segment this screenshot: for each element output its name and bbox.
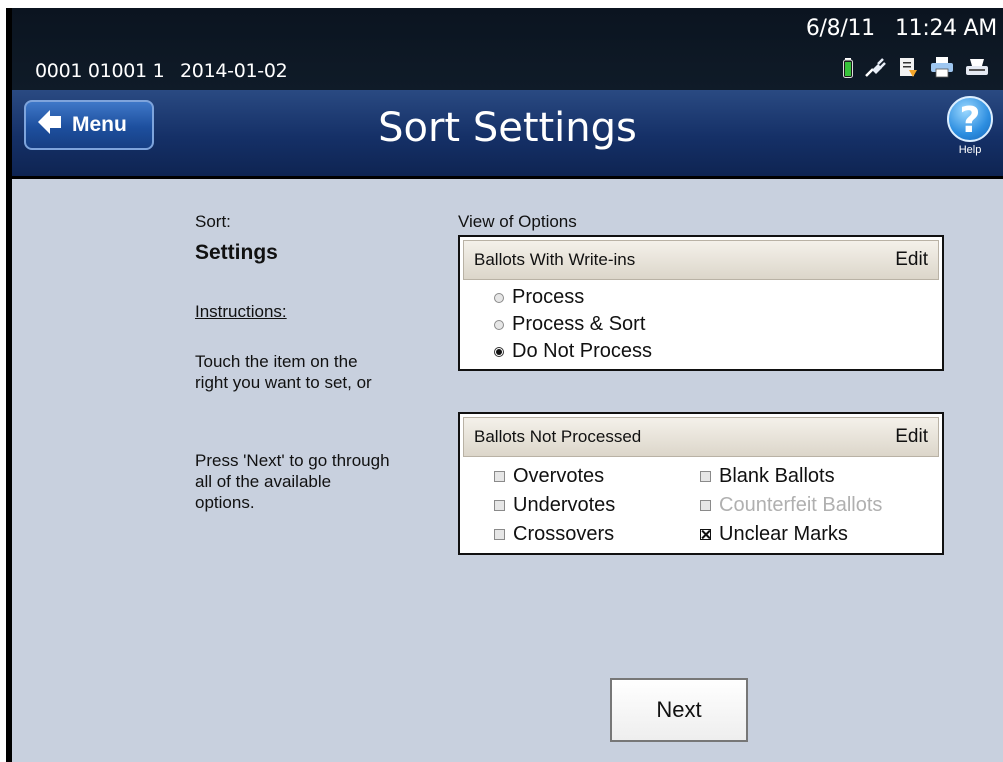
checkbox-checked — [700, 529, 711, 540]
checkbox-disabled — [700, 500, 711, 511]
printer-icon — [930, 56, 954, 83]
option-label: Crossovers — [513, 523, 615, 545]
not-processed-panel[interactable]: Ballots Not Processed Edit Overvotes Bla… — [458, 412, 944, 555]
help-icon: ? — [947, 96, 993, 142]
option-label: Counterfeit Ballots — [719, 494, 883, 516]
title-bar: Menu Sort Settings ? Help — [12, 90, 1003, 179]
option-overvotes: Overvotes — [494, 462, 700, 491]
checkbox-unchecked — [700, 471, 711, 482]
machine-id: 0001 01001 1 — [35, 60, 165, 82]
power-plug-icon — [864, 56, 886, 83]
checkbox-unchecked — [494, 529, 505, 540]
option-label: Blank Ballots — [719, 465, 835, 487]
write-ins-option: Process — [494, 284, 942, 311]
write-ins-panel-header[interactable]: Ballots With Write-ins Edit — [463, 240, 939, 280]
help-label: Help — [958, 144, 982, 156]
status-bar: 0001 01001 1 2014-01-02 6/8/11 11:24 AM — [12, 8, 1003, 90]
sort-label: Sort: — [195, 212, 231, 231]
write-ins-option: Process & Sort — [494, 311, 942, 338]
write-ins-options: Process Process & Sort Do Not Process — [460, 283, 942, 369]
write-ins-option-label: Process — [512, 286, 585, 308]
document-icon — [897, 56, 919, 83]
option-unclear-marks: Unclear Marks — [700, 520, 950, 549]
not-processed-panel-header[interactable]: Ballots Not Processed Edit — [463, 417, 939, 457]
not-processed-title: Ballots Not Processed — [474, 427, 642, 446]
not-processed-edit-button[interactable]: Edit — [895, 426, 928, 448]
instructions-text-2: Press 'Next' to go through all of the av… — [195, 451, 390, 512]
option-undervotes: Undervotes — [494, 491, 700, 520]
status-icons — [843, 56, 989, 83]
battery-icon — [843, 58, 853, 83]
write-ins-title: Ballots With Write-ins — [474, 250, 636, 269]
checkbox-unchecked — [494, 471, 505, 482]
write-ins-option: Do Not Process — [494, 338, 942, 365]
option-label: Overvotes — [513, 465, 605, 487]
clock: 6/8/11 11:24 AM — [806, 16, 997, 41]
scanner-icon — [965, 56, 989, 83]
next-button[interactable]: Next — [610, 678, 748, 742]
option-counterfeit-ballots: Counterfeit Ballots — [700, 491, 950, 520]
machine-date: 2014-01-02 — [180, 60, 288, 82]
status-time: 11:24 AM — [894, 16, 997, 41]
app-frame: 0001 01001 1 2014-01-02 6/8/11 11:24 AM — [6, 8, 1003, 762]
main-content: Sort: Settings Instructions: Touch the i… — [12, 179, 1003, 762]
status-date: 6/8/11 — [805, 16, 875, 41]
write-ins-panel[interactable]: Ballots With Write-ins Edit Process Proc… — [458, 235, 944, 371]
option-crossovers: Crossovers — [494, 520, 700, 549]
checkbox-unchecked — [494, 500, 505, 511]
settings-heading: Settings — [195, 241, 278, 264]
view-of-options-label: View of Options — [458, 212, 577, 231]
instructions-text-1: Touch the item on the right you want to … — [195, 352, 372, 392]
write-ins-option-label: Process & Sort — [512, 313, 646, 335]
option-label: Unclear Marks — [719, 523, 848, 545]
option-blank-ballots: Blank Ballots — [700, 462, 950, 491]
radio-button-on — [494, 346, 504, 357]
help-button[interactable]: ? Help — [945, 96, 995, 156]
not-processed-options: Overvotes Blank Ballots Undervotes Count… — [460, 460, 942, 553]
write-ins-edit-button[interactable]: Edit — [895, 249, 928, 271]
page-title: Sort Settings — [378, 105, 637, 151]
radio-button-off — [494, 292, 504, 303]
write-ins-option-label: Do Not Process — [512, 340, 653, 362]
radio-button-off — [494, 319, 504, 330]
instructions-heading: Instructions: — [195, 302, 287, 321]
option-label: Undervotes — [513, 494, 616, 516]
